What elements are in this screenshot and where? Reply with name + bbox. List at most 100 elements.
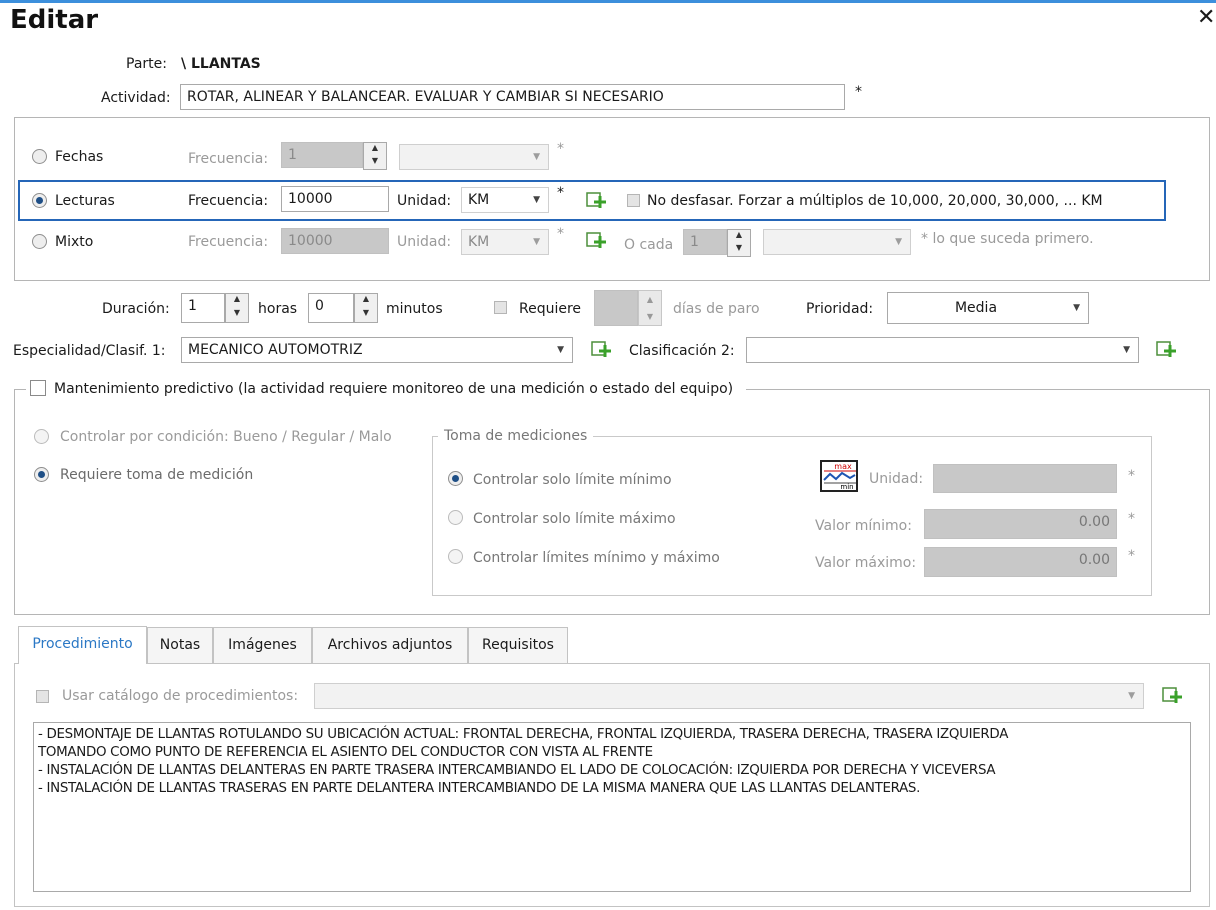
minutos-label: minutos <box>386 301 443 317</box>
duracion-label: Duración: <box>102 301 170 317</box>
no-desfasar-checkbox[interactable] <box>627 194 640 207</box>
parte-value: \ LLANTAS <box>181 56 261 72</box>
mixto-note: * lo que suceda primero. <box>921 231 1094 247</box>
fechas-unit-select[interactable]: ▼ <box>399 144 549 170</box>
solo-max-radio[interactable] <box>448 510 463 525</box>
minutos-input[interactable]: 0 <box>308 293 354 323</box>
close-icon[interactable]: ✕ <box>1197 6 1215 30</box>
mixto-unit-label: Unidad: <box>397 234 452 250</box>
lecturas-unit-value: KM <box>468 192 490 208</box>
tab-imagenes[interactable]: Imágenes <box>213 627 312 663</box>
actividad-input[interactable]: ROTAR, ALINEAR Y BALANCEAR. EVALUAR Y CA… <box>180 84 845 110</box>
clasificacion2-select[interactable]: ▼ <box>746 337 1139 363</box>
prioridad-value: Media <box>954 300 998 316</box>
fechas-freq-input[interactable]: 1 <box>281 142 363 168</box>
tab-requisitos[interactable]: Requisitos <box>468 627 568 663</box>
mixto-unit-value: KM <box>468 234 490 250</box>
lecturas-label: Lecturas <box>55 193 115 209</box>
o-cada-input[interactable]: 1 <box>683 229 727 255</box>
o-cada-stepper[interactable]: ▲ ▼ <box>727 229 751 257</box>
parte-label: Parte: <box>126 56 167 72</box>
lecturas-freq-label: Frecuencia: <box>188 193 269 209</box>
condicion-label: Controlar por condición: Bueno / Regular… <box>60 429 392 445</box>
o-cada-unit-select[interactable]: ▼ <box>763 229 911 255</box>
procedimiento-line: - INSTALACIÓN DE LLANTAS TRASERAS EN PAR… <box>38 781 921 796</box>
solo-min-radio[interactable] <box>448 471 463 486</box>
condicion-radio[interactable] <box>34 429 49 444</box>
catalogo-select[interactable]: ▼ <box>314 683 1144 709</box>
chevron-down-icon: ▼ <box>533 237 540 247</box>
predictivo-checkbox[interactable] <box>30 380 46 396</box>
procedimiento-line: TOMANDO COMO PUNTO DE REFERENCIA EL ASIE… <box>38 745 653 760</box>
chevron-down-icon: ▼ <box>533 195 540 205</box>
mixto-unit-select[interactable]: KM ▼ <box>461 229 549 255</box>
mixto-label: Mixto <box>55 234 94 250</box>
add-icon[interactable] <box>1162 685 1182 705</box>
lecturas-freq-input[interactable]: 10000 <box>281 186 389 212</box>
dias-input[interactable] <box>594 290 638 326</box>
requiere-label: Requiere <box>519 301 582 317</box>
minutos-stepper[interactable]: ▲ ▼ <box>354 293 378 323</box>
usar-catalogo-checkbox[interactable] <box>36 690 49 703</box>
add-icon[interactable] <box>586 230 606 250</box>
valor-min-label: Valor mínimo: <box>815 518 912 534</box>
min-max-label: Controlar límites mínimo y máximo <box>473 550 720 566</box>
requiere-toma-radio[interactable] <box>34 467 49 482</box>
fechas-freq-stepper[interactable]: ▲ ▼ <box>363 142 387 170</box>
chevron-down-icon: ▼ <box>1128 691 1135 701</box>
lecturas-unit-select[interactable]: KM ▼ <box>461 187 549 213</box>
horas-input[interactable]: 1 <box>181 293 225 323</box>
add-icon[interactable] <box>591 339 611 359</box>
solo-max-label: Controlar solo límite máximo <box>473 511 676 527</box>
valor-max-label: Valor máximo: <box>815 555 917 571</box>
valor-min-required: * <box>1128 511 1135 527</box>
max-min-chart-icon: max min <box>820 460 858 492</box>
title-bar-accent <box>0 0 1216 3</box>
solo-min-label: Controlar solo límite mínimo <box>473 472 672 488</box>
lecturas-required: * <box>557 185 564 201</box>
valor-min-input[interactable]: 0.00 <box>924 509 1117 539</box>
especialidad-value: MECANICO AUTOMOTRIZ <box>188 342 363 358</box>
mixto-radio[interactable] <box>32 234 47 249</box>
active-tab-joiner <box>19 662 146 665</box>
fechas-freq-label: Frecuencia: <box>188 151 269 167</box>
add-icon[interactable] <box>586 190 606 210</box>
tab-procedimiento[interactable]: Procedimiento <box>18 626 147 664</box>
chevron-down-icon: ▼ <box>557 345 564 355</box>
window-title: Editar <box>10 5 99 35</box>
chevron-down-icon: ▼ <box>1073 303 1080 313</box>
procedimiento-textarea[interactable]: - DESMONTAJE DE LLANTAS ROTULANDO SU UBI… <box>33 722 1191 892</box>
min-max-radio[interactable] <box>448 549 463 564</box>
unidad-label: Unidad: <box>869 471 924 487</box>
fechas-label: Fechas <box>55 149 104 165</box>
actividad-required: * <box>855 84 862 100</box>
tab-notas[interactable]: Notas <box>147 627 213 663</box>
chevron-down-icon: ▼ <box>895 237 902 247</box>
prioridad-select[interactable]: Media ▼ <box>887 292 1089 324</box>
valor-max-required: * <box>1128 548 1135 564</box>
clasificacion2-label: Clasificación 2: <box>629 343 735 359</box>
mixto-required: * <box>557 226 564 242</box>
toma-title: Toma de mediciones <box>438 426 594 446</box>
lecturas-radio[interactable] <box>32 193 47 208</box>
no-desfasar-label: No desfasar. Forzar a múltiplos de 10,00… <box>647 193 1103 209</box>
mixto-freq-input[interactable]: 10000 <box>281 228 389 254</box>
requiere-checkbox[interactable] <box>494 301 507 314</box>
usar-catalogo-label: Usar catálogo de procedimientos: <box>62 688 299 704</box>
dias-label: días de paro <box>673 301 760 317</box>
horas-label: horas <box>258 301 298 317</box>
fechas-required: * <box>557 141 564 157</box>
actividad-label: Actividad: <box>101 90 171 106</box>
lecturas-unit-label: Unidad: <box>397 193 452 209</box>
o-cada-label: O cada <box>624 237 674 253</box>
valor-max-input[interactable]: 0.00 <box>924 547 1117 577</box>
add-icon[interactable] <box>1156 339 1176 359</box>
dias-stepper[interactable]: ▲ ▼ <box>638 290 662 326</box>
unidad-input[interactable] <box>933 464 1117 493</box>
tab-archivos-adjuntos[interactable]: Archivos adjuntos <box>312 627 468 663</box>
mixto-freq-label: Frecuencia: <box>188 234 269 250</box>
requiere-toma-label: Requiere toma de medición <box>60 467 254 483</box>
horas-stepper[interactable]: ▲ ▼ <box>225 293 249 323</box>
fechas-radio[interactable] <box>32 149 47 164</box>
especialidad-select[interactable]: MECANICO AUTOMOTRIZ ▼ <box>181 337 573 363</box>
